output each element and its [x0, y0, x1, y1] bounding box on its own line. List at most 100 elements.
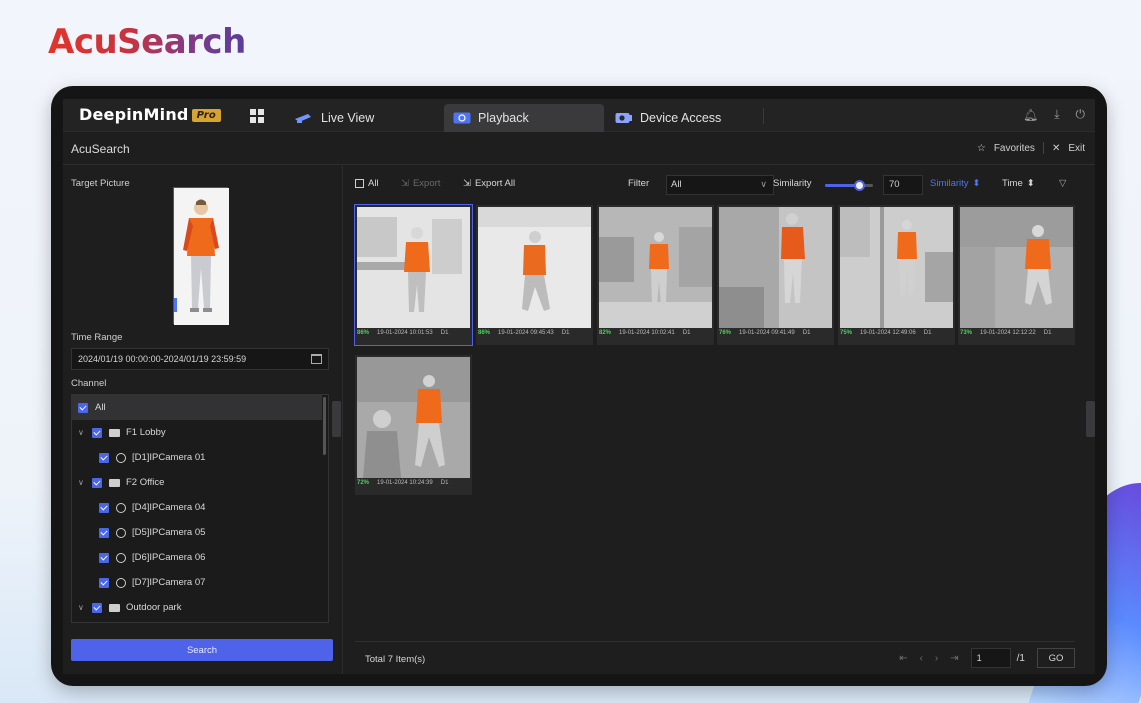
result-channel: D1	[923, 330, 932, 336]
filter-select[interactable]: All ∨	[666, 175, 774, 195]
exit-button[interactable]: Exit	[1068, 143, 1085, 154]
ip-camera-icon	[116, 527, 126, 538]
checkbox-icon[interactable]	[99, 502, 109, 513]
result-thumbnail	[357, 357, 470, 478]
result-card[interactable]: 86% 19-01-2024 10:01:53 D1	[354, 204, 473, 346]
channel-row-group[interactable]: ∨ Outdoor park	[72, 595, 322, 620]
channel-row-camera[interactable]: [D5]IPCamera 05	[72, 520, 322, 545]
channel-row-camera[interactable]: [D1]IPCamera 01	[72, 445, 322, 470]
channel-row-camera[interactable]: [D4]IPCamera 04	[72, 495, 322, 520]
checkbox-icon[interactable]	[92, 602, 102, 613]
checkbox-icon[interactable]	[99, 552, 109, 563]
tree-scrollbar[interactable]	[323, 397, 326, 455]
app-screen: DeepinMind Pro Live View Playback Device …	[63, 99, 1095, 674]
export-button[interactable]: ⇲ Export	[401, 178, 440, 189]
star-icon[interactable]: ☆	[977, 143, 986, 154]
first-page-icon[interactable]: ⇤	[899, 653, 907, 664]
time-range-input[interactable]: 2024/01/19 00:00:00-2024/01/19 23:59:59	[71, 348, 329, 370]
power-icon[interactable]: ⏻	[1076, 107, 1086, 122]
channel-label: Outdoor park	[126, 602, 182, 613]
channel-label: F1 Lobby	[126, 427, 166, 438]
folder-icon	[109, 428, 120, 437]
checkbox-icon[interactable]	[78, 402, 88, 413]
bell-icon[interactable]: 🔔︎	[1023, 108, 1038, 122]
match-percent: 86%	[357, 330, 370, 336]
channel-row-group[interactable]: ∨ F2 Office	[72, 470, 322, 495]
calendar-icon[interactable]	[311, 354, 322, 364]
page-number-input[interactable]: 1	[970, 648, 1011, 668]
close-icon[interactable]: ✕	[1052, 143, 1060, 154]
chevron-down-icon[interactable]: ∨	[78, 603, 86, 612]
channel-row-camera[interactable]: [D6]IPCamera 06	[72, 545, 322, 570]
favorites-button[interactable]: Favorites	[994, 143, 1035, 154]
search-button[interactable]: Search	[71, 639, 333, 661]
checkbox-icon[interactable]	[92, 427, 102, 438]
ip-camera-icon	[116, 577, 126, 588]
channel-row-group[interactable]: ∨ F1 Lobby	[72, 420, 322, 445]
slider-knob[interactable]	[853, 180, 865, 191]
playback-icon	[453, 112, 471, 124]
match-percent: 72%	[357, 480, 370, 486]
result-card[interactable]: 76% 19-01-2024 09:41:49 D1	[717, 205, 834, 345]
channel-row-all[interactable]: All	[72, 395, 322, 420]
similarity-input[interactable]: 70	[883, 175, 923, 195]
result-time: 19-01-2024 10:02:41	[619, 330, 675, 336]
checkbox-icon[interactable]	[99, 452, 109, 463]
select-all-checkbox[interactable]: All	[355, 178, 379, 189]
result-caption: 73% 19-01-2024 12:12:22 D1	[960, 330, 1073, 336]
export-all-button[interactable]: ⇲ Export All	[463, 178, 515, 189]
grid-menu-icon[interactable]	[250, 109, 265, 124]
logo-pro-badge: Pro	[191, 109, 221, 122]
sort-similarity-button[interactable]: Similarity ⬍	[930, 178, 981, 189]
next-page-icon[interactable]: ›	[935, 653, 938, 664]
device-frame: DeepinMind Pro Live View Playback Device …	[51, 86, 1107, 686]
checkbox-icon[interactable]	[99, 527, 109, 538]
time-range-label: Time Range	[71, 332, 123, 343]
last-page-icon[interactable]: ⇥	[950, 653, 958, 664]
result-time: 19-01-2024 12:49:06	[860, 330, 916, 336]
match-percent: 75%	[840, 330, 853, 336]
chevron-down-icon[interactable]: ∨	[78, 428, 86, 437]
sort-time-button[interactable]: Time ⬍	[1002, 178, 1035, 189]
funnel-filter-icon[interactable]: ▽	[1059, 178, 1066, 189]
sub-actions: ☆ Favorites ✕ Exit	[977, 142, 1085, 154]
export-all-label: Export All	[474, 178, 516, 189]
result-card[interactable]: 82% 19-01-2024 10:02:41 D1	[597, 205, 714, 345]
target-picture[interactable]	[173, 187, 229, 325]
channel-label: [D5]IPCamera 05	[132, 527, 206, 538]
checkbox-icon[interactable]	[355, 179, 364, 188]
go-button[interactable]: GO	[1037, 648, 1075, 668]
filter-value: All	[671, 179, 682, 190]
tab-live-view[interactable]: Live View	[285, 104, 383, 132]
chevron-down-icon[interactable]: ∨	[78, 478, 86, 487]
result-thumbnail	[478, 207, 591, 328]
filter-label: Filter	[628, 178, 650, 189]
tab-playback[interactable]: Playback	[444, 104, 604, 132]
match-percent: 82%	[599, 330, 612, 336]
prev-page-icon[interactable]: ‹	[920, 653, 923, 664]
result-card[interactable]: 86% 19-01-2024 09:45:43 D1	[476, 205, 593, 345]
tab-label: Device Access	[640, 111, 722, 125]
camera-icon	[295, 114, 311, 123]
result-thumbnail	[960, 207, 1073, 328]
result-card[interactable]: 73% 19-01-2024 12:12:22 D1	[958, 205, 1075, 345]
select-all-label: All	[368, 178, 379, 189]
match-percent: 86%	[478, 330, 491, 336]
result-card[interactable]: 72% 19-01-2024 10:24:39 D1	[355, 355, 472, 495]
result-channel: D1	[1043, 330, 1052, 336]
channel-label: [D1]IPCamera 01	[132, 452, 206, 463]
collapse-left-handle[interactable]	[332, 401, 341, 437]
sort-similarity-label: Similarity	[930, 178, 969, 189]
results-footer: Total 7 Item(s) ⇤ ‹ › ⇥ 1 /1 GO	[355, 641, 1075, 674]
result-card[interactable]: 75% 19-01-2024 12:49:06 D1	[838, 205, 955, 345]
channel-row-camera[interactable]: [D7]IPCamera 07	[72, 570, 322, 595]
checkbox-icon[interactable]	[99, 577, 109, 588]
checkbox-icon[interactable]	[92, 477, 102, 488]
app-logo: DeepinMind Pro	[79, 105, 221, 124]
download-icon[interactable]: ⤓	[1054, 107, 1059, 122]
collapse-right-handle[interactable]	[1086, 401, 1095, 437]
action-divider	[1042, 142, 1044, 154]
similarity-slider[interactable]	[825, 180, 873, 191]
tab-device-access[interactable]: Device Access	[606, 104, 730, 132]
page-total: /1	[1016, 652, 1025, 664]
